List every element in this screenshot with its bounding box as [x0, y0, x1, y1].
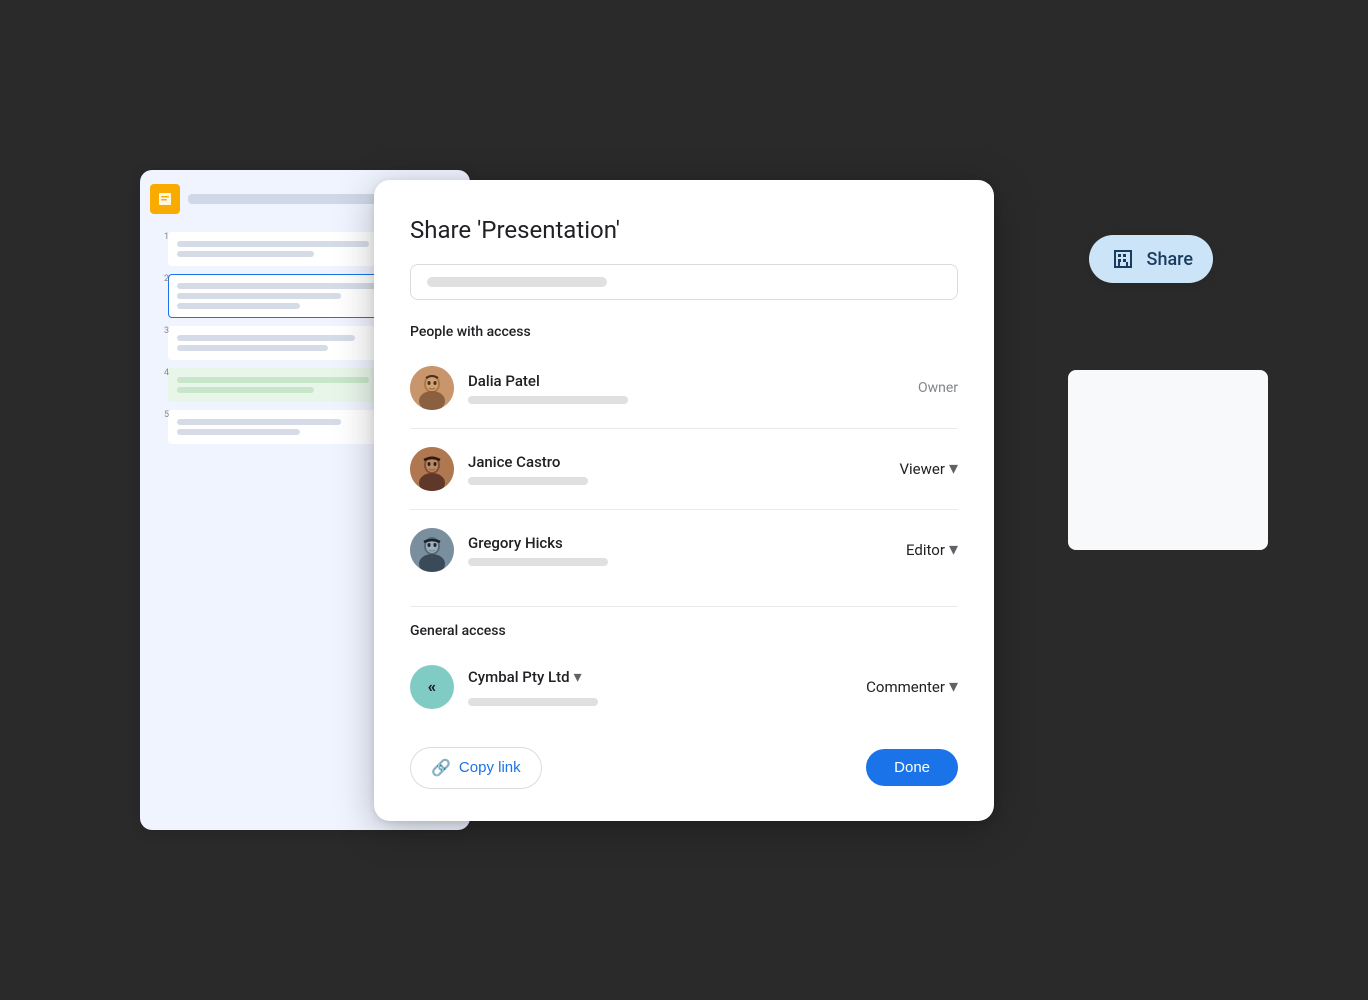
search-people-input[interactable]: [410, 264, 958, 300]
general-access-label: General access: [410, 623, 958, 639]
person-row-dalia: Dalia Patel Owner: [410, 356, 958, 420]
avatar-gregory: [410, 528, 454, 572]
person-info-gregory: Gregory Hicks: [468, 534, 906, 566]
slides-app-icon: [150, 184, 180, 214]
copy-link-label: Copy link: [459, 759, 521, 776]
person-info-dalia: Dalia Patel: [468, 372, 918, 404]
general-access-row: « Cymbal Pty Ltd ▾ Commenter ▾: [410, 655, 958, 719]
people-section-label: People with access: [410, 324, 958, 340]
person-role-janice[interactable]: Viewer ▾: [899, 458, 958, 479]
cymbal-logo-avatar: «: [410, 665, 454, 709]
modal-overlay: Share 'Presentation' People with access: [374, 180, 994, 821]
share-button-floating[interactable]: Share: [1089, 235, 1213, 283]
chevron-down-icon-commenter: ▾: [949, 676, 958, 697]
share-modal: Share 'Presentation' People with access: [374, 180, 994, 821]
avatar-janice: [410, 447, 454, 491]
person-info-janice: Janice Castro: [468, 453, 899, 485]
general-access-role-label: Commenter: [866, 678, 945, 696]
modal-title: Share 'Presentation': [410, 216, 958, 244]
person-role-dalia: Owner: [918, 380, 958, 396]
share-building-icon: [1109, 245, 1137, 273]
scene: 1 2 3: [0, 0, 1368, 1000]
chevron-down-icon-org: ▾: [574, 667, 582, 686]
person-email-gregory: [468, 558, 608, 566]
cymbal-info: Cymbal Pty Ltd ▾: [468, 667, 866, 706]
chevron-down-icon-janice: ▾: [949, 458, 958, 479]
person-name-dalia: Dalia Patel: [468, 372, 918, 390]
person-name-janice: Janice Castro: [468, 453, 899, 471]
avatar-dalia: [410, 366, 454, 410]
person-row-janice: Janice Castro Viewer ▾: [410, 437, 958, 501]
modal-footer: 🔗 Copy link Done: [410, 747, 958, 789]
person-role-gregory[interactable]: Editor ▾: [906, 539, 958, 560]
org-name-dropdown[interactable]: Cymbal Pty Ltd ▾: [468, 667, 866, 686]
divider-2: [410, 509, 958, 510]
copy-link-button[interactable]: 🔗 Copy link: [410, 747, 542, 789]
person-role-label-gregory: Editor: [906, 541, 945, 559]
people-list: Dalia Patel Owner: [410, 356, 958, 582]
person-role-label-janice: Viewer: [899, 460, 944, 478]
person-email-janice: [468, 477, 588, 485]
person-email-dalia: [468, 396, 628, 404]
share-button-label: Share: [1147, 249, 1193, 270]
org-description-placeholder: [468, 698, 598, 706]
org-name-label: Cymbal Pty Ltd: [468, 668, 570, 686]
divider-general: [410, 606, 958, 607]
link-icon: 🔗: [431, 758, 451, 778]
person-row-gregory: Gregory Hicks Editor ▾: [410, 518, 958, 582]
general-access-section: General access « Cymbal Pty Ltd ▾ Commen…: [410, 623, 958, 719]
done-label: Done: [894, 759, 930, 776]
right-panel-background: [1068, 370, 1268, 550]
person-name-gregory: Gregory Hicks: [468, 534, 906, 552]
done-button[interactable]: Done: [866, 749, 958, 786]
divider-1: [410, 428, 958, 429]
general-access-role[interactable]: Commenter ▾: [866, 676, 958, 697]
cymbal-icon: «: [428, 677, 436, 696]
chevron-down-icon-gregory: ▾: [949, 539, 958, 560]
search-input-placeholder-bar: [427, 277, 607, 287]
